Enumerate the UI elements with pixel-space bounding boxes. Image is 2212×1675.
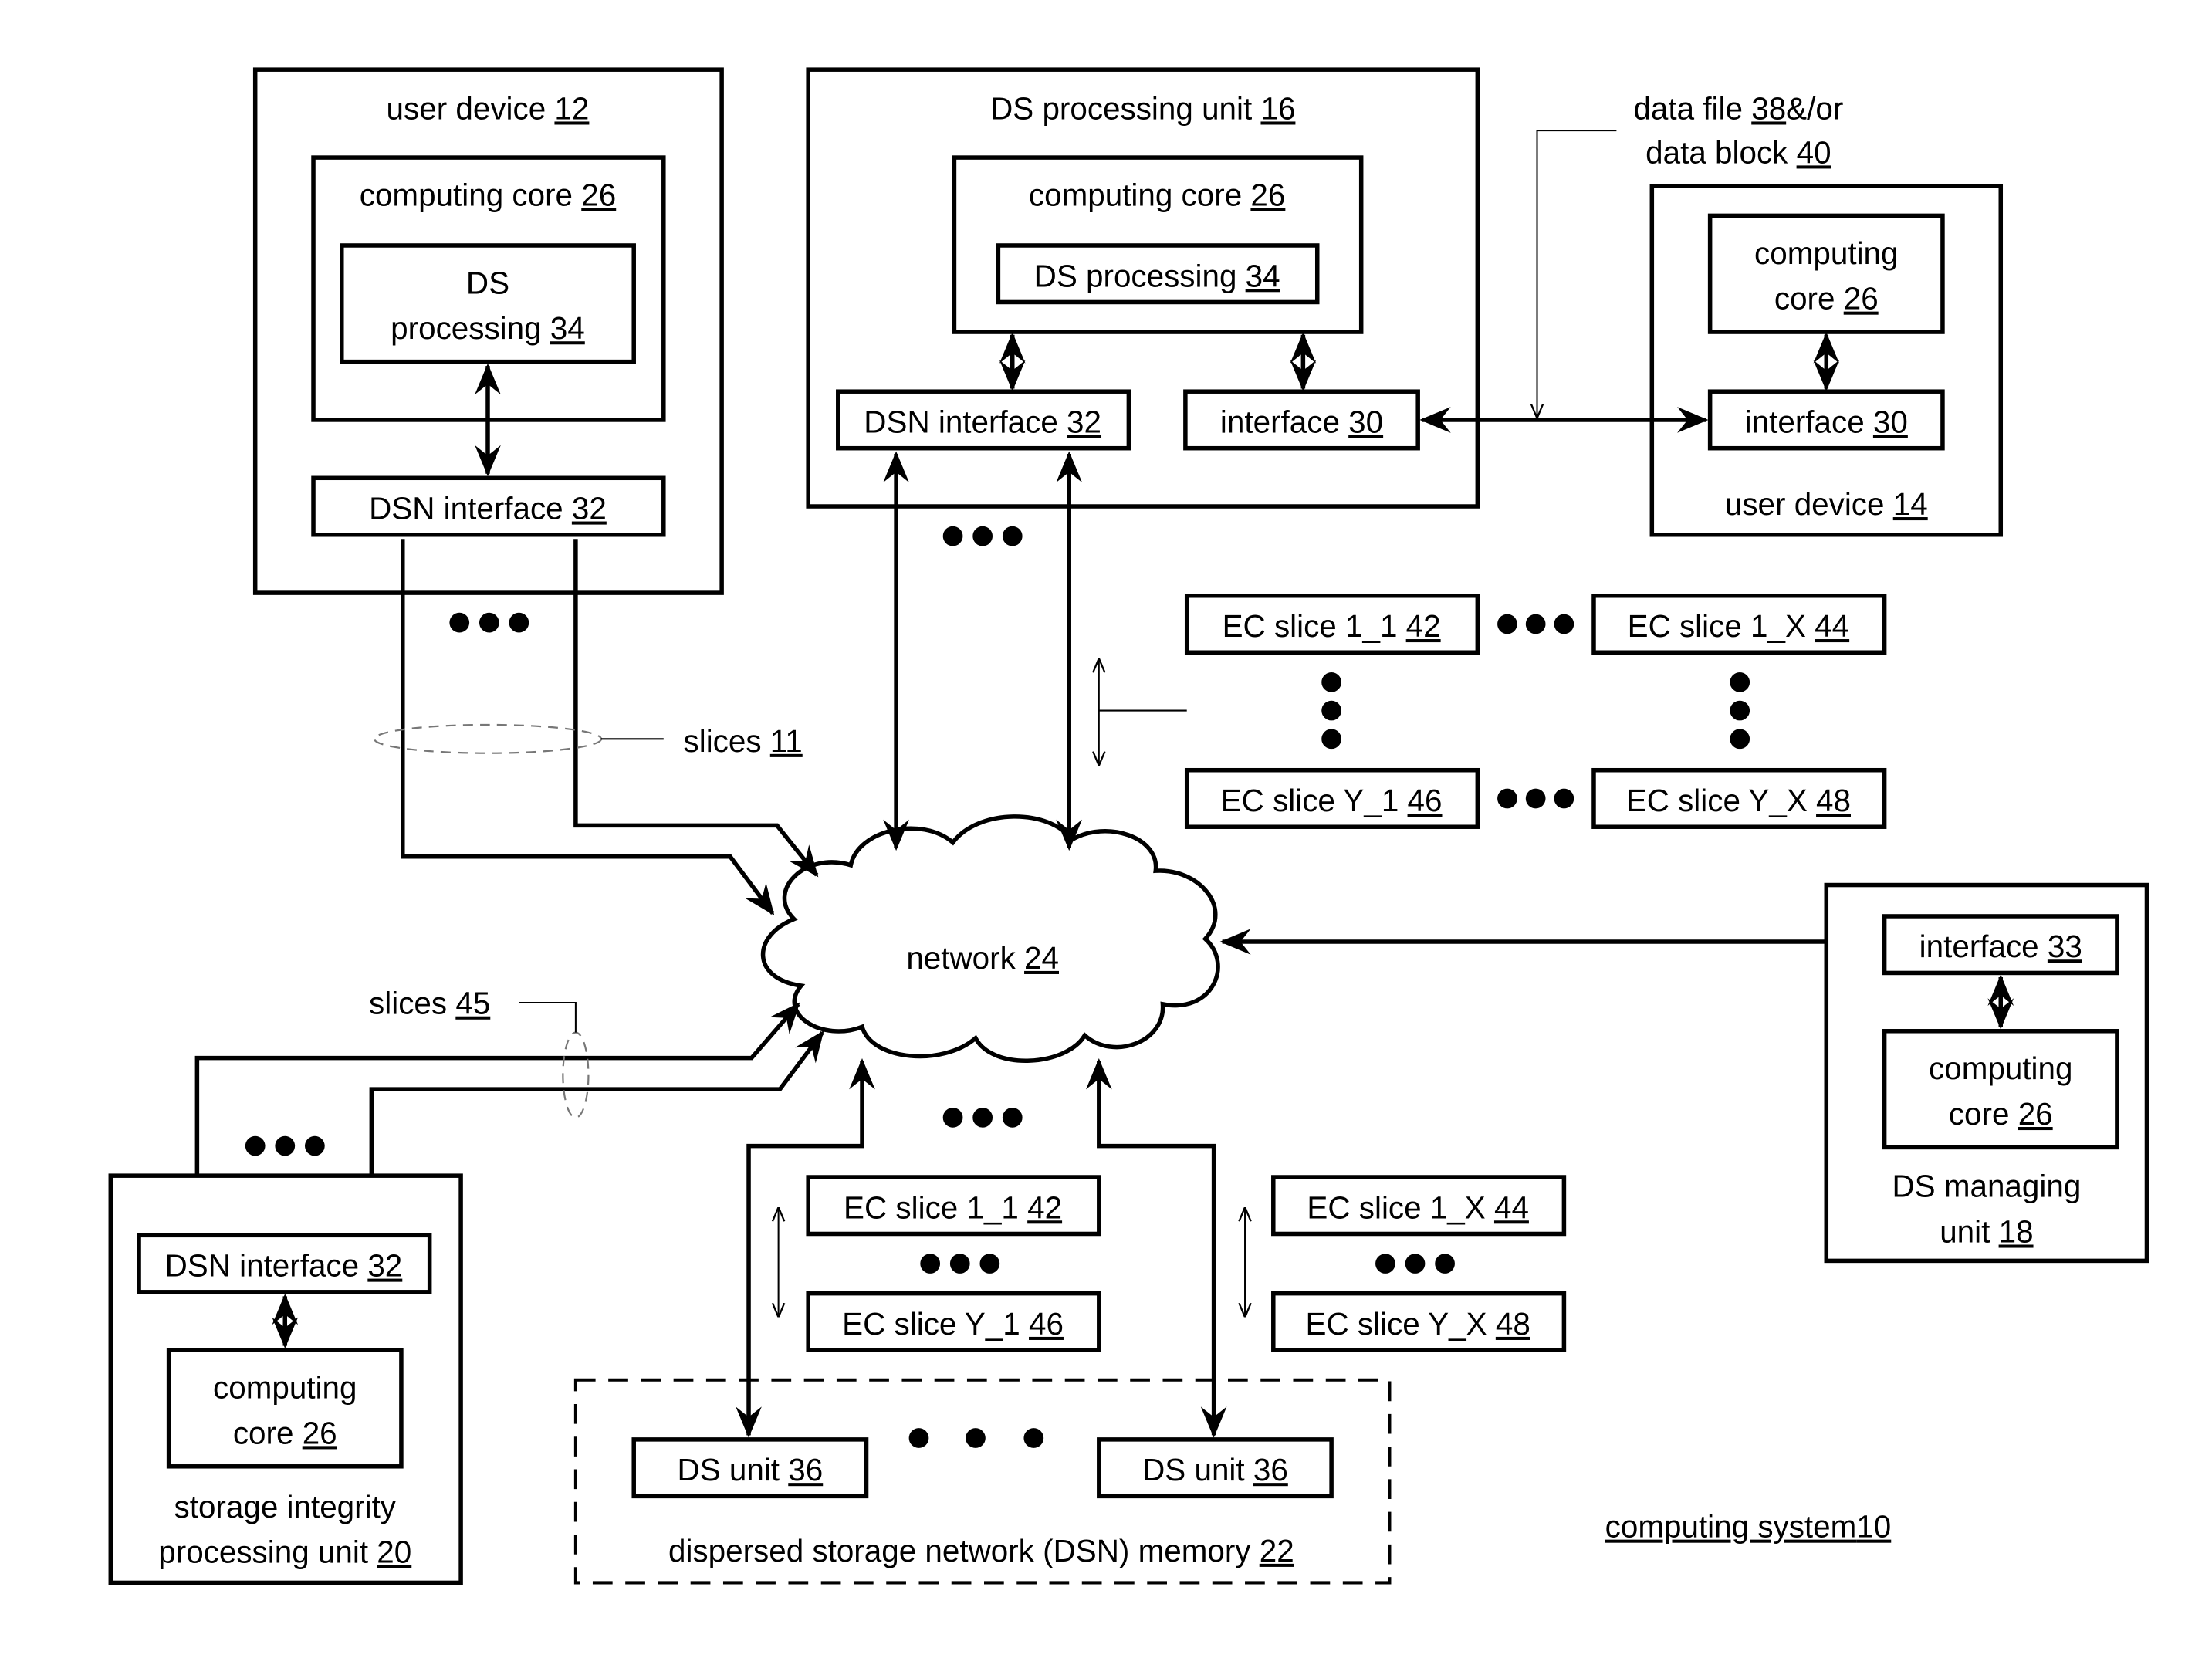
storage-integrity-label-line2: processing unit 20 [158,1535,411,1570]
ds-unit-label: DS unit 36 [1142,1452,1288,1487]
ec-slice-label: EC slice 1_1 42 [844,1189,1062,1225]
ds-managing-unit-18: interface 33 computing core 26 DS managi… [1824,882,2149,1264]
ds-processing-unit-16: DS processing unit 16 computing core 26 … [806,67,1480,509]
dsn-interface-label: DSN interface 32 [165,1248,403,1284]
ellipsis-vertical [1321,672,1341,750]
slices-45-leader [519,1002,577,1033]
computing-core-label-line1: computing [1929,1051,2072,1086]
ds-processing-label-line2: processing 34 [391,310,585,346]
ellipsis-horizontal [1497,788,1574,809]
computing-core-label: computing core 26 [360,178,616,213]
ec-slice-label: EC slice 1_X 44 [1307,1189,1528,1225]
interface-30-label: interface 30 [1220,404,1383,439]
ellipsis-network-bottom [942,1107,1023,1128]
data-file-leader-line [1537,130,1617,417]
dsn-interface-label: DSN interface 32 [369,491,607,526]
ellipsis-horizontal [920,1254,1000,1274]
svg-text:data block 40: data block 40 [1645,134,1831,170]
interface-33-label: interface 33 [1919,929,2082,964]
user-device-12: user device 12 computing core 26 DS proc… [252,67,724,595]
ds-processing-label: DS processing 34 [1034,258,1280,293]
computing-core-label-line1: computing [213,1370,357,1406]
storage-integrity-label-line1: storage integrity [174,1489,397,1524]
computing-system-diagram: user device 12 computing core 26 DS proc… [108,67,2149,1585]
ec-slice-label: EC slice Y_X 48 [1626,783,1851,818]
computing-core-label-line2: core 26 [1774,281,1879,316]
svg-text:data file 38&/or: data file 38&/or [1633,90,1843,126]
slices-45-label: slices 45 [369,986,490,1021]
ec-slice-label: EC slice Y_1 46 [1221,783,1443,818]
user-device-14-label: user device 14 [1725,486,1928,522]
ellipsis-horizontal [1497,614,1574,634]
ellipsis-vertical [1730,672,1750,750]
slices-11-bundle [373,723,603,754]
ellipsis-storage-integrity [245,1135,325,1156]
ellipsis-ds-processing [942,526,1023,546]
computing-core-label-line2: core 26 [1949,1096,2053,1132]
ds-processing-unit-label: DS processing unit 16 [990,90,1295,126]
interface-30-label: interface 30 [1745,404,1908,439]
dsn-interface-label: DSN interface 32 [864,404,1101,439]
ellipsis-ds-units [908,1428,1044,1448]
ds-managing-unit-label-line1: DS managing [1892,1169,2081,1204]
ec-slice-grid: EC slice 1_1 42 EC slice 1_X 44 EC slice… [1099,594,1887,829]
ellipsis-user-devices [449,612,529,633]
computing-core-label-line1: computing [1754,235,1898,271]
data-file-label: data file 38&/or data block 40 [1633,90,1843,170]
figure-title: computing system10 [1605,1509,1892,1545]
ds-processing-label-line1: DS [466,265,509,300]
user-device-12-label: user device 12 [387,90,590,126]
ellipsis-horizontal [1375,1254,1455,1274]
slices-45-bundle [562,1031,590,1118]
dsn-memory-label: dispersed storage network (DSN) memory 2… [668,1533,1294,1568]
computing-core-label-line2: core 26 [233,1415,337,1450]
ec-slice-label: EC slice 1_1 42 [1223,608,1441,644]
ds-managing-unit-label-line2: unit 18 [1940,1214,2033,1250]
slices-11-label: slices 11 [684,723,803,759]
network-label: network 24 [906,940,1059,976]
network-cloud [760,814,1220,1063]
user-device-14: computing core 26 interface 30 user devi… [1649,184,2004,537]
dsn-memory-22: DS unit 36 DS unit 36 dispersed storage … [573,1378,1392,1585]
ec-slice-label: EC slice Y_1 46 [842,1306,1064,1342]
computing-core-label: computing core 26 [1029,178,1285,213]
left-slice-stack: EC slice 1_1 42 EC slice Y_1 46 [779,1175,1101,1352]
ec-slice-label: EC slice Y_X 48 [1306,1306,1530,1342]
right-slice-stack: EC slice 1_X 44 EC slice Y_X 48 [1245,1175,1567,1352]
storage-integrity-unit-20: DSN interface 32 computing core 26 stora… [108,1173,463,1585]
network-24: network 24 [760,814,1220,1063]
ec-slice-label: EC slice 1_X 44 [1628,608,1850,644]
ds-unit-label: DS unit 36 [678,1452,824,1487]
